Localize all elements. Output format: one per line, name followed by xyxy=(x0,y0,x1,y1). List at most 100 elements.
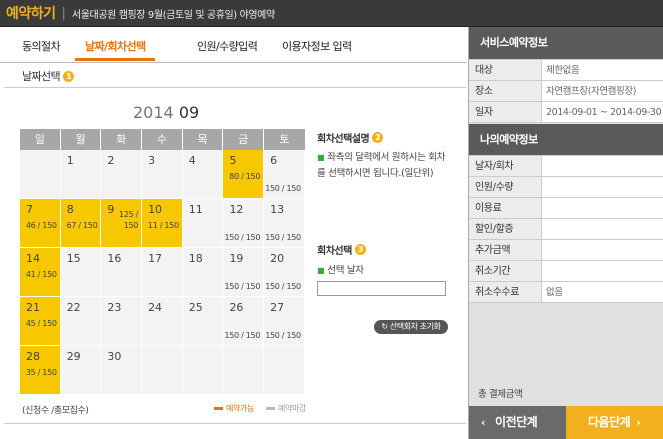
calendar-day[interactable]: 22 xyxy=(60,297,102,346)
day-number: 26 xyxy=(229,301,244,314)
info-key: 인원/수량 xyxy=(469,177,542,197)
session-desc-title: 회차선택설명 2 xyxy=(317,130,384,145)
calendar-day[interactable]: 10 11 / 150 xyxy=(142,199,183,248)
calendar-day[interactable]: 15 xyxy=(60,248,102,297)
calendar-day[interactable]: 27 150 / 150 xyxy=(264,297,305,346)
info-key: 이용료 xyxy=(469,198,542,218)
day-number: 15 xyxy=(66,252,81,265)
day-number: 30 xyxy=(107,350,122,363)
weekday-header: 월 xyxy=(61,129,102,150)
info-row: 취소기간 xyxy=(469,261,663,282)
active-step-underline xyxy=(75,58,155,61)
day-number: 17 xyxy=(148,252,163,265)
day-number: 5 xyxy=(229,154,237,167)
day-number: 2 xyxy=(107,154,115,167)
calendar-day[interactable]: 9 125 / 150 xyxy=(101,199,143,248)
calendar-day[interactable]: 19 150 / 150 xyxy=(223,248,265,297)
day-reservation-count: 150 / 150 xyxy=(265,233,301,242)
calendar-day[interactable]: 20 150 / 150 xyxy=(264,248,305,297)
calendar-day[interactable]: 2 xyxy=(101,150,143,199)
session-desc-body: 좌측의 달력에서 원하시는 회차를 선택하시면 됩니다.(일단위) xyxy=(317,152,446,179)
next-step-button[interactable]: 다음단계 › xyxy=(566,406,663,439)
info-value: 2014-09-01 ~ 2014-09-30 xyxy=(546,107,662,118)
calendar-day[interactable]: 26 150 / 150 xyxy=(223,297,265,346)
calendar-day[interactable]: 29 xyxy=(60,346,102,395)
info-row: 대상 제한없음 xyxy=(469,60,663,81)
calendar-day[interactable]: 23 xyxy=(101,297,143,346)
day-reservation-count: 45 / 150 xyxy=(25,319,57,328)
day-number: 7 xyxy=(26,203,33,216)
calendar-day[interactable]: 7 46 / 150 xyxy=(20,199,61,248)
service-info-table: 대상 제한없음 장소 자연캠프장(자연캠핑장) 일자 2014-09-01 ~ 2014-… xyxy=(469,59,663,123)
day-number: 18 xyxy=(188,252,203,265)
day-reservation-count: 11 / 150 xyxy=(147,221,179,230)
calendar-weekday-header: 일월화수목금 토 xyxy=(20,129,305,150)
info-value xyxy=(542,240,663,260)
calendar-day[interactable]: 8 67 / 150 xyxy=(60,199,102,248)
day-number: 11 xyxy=(188,203,203,216)
step-number-badge: 3 xyxy=(354,244,366,255)
calendar-day[interactable]: 4 xyxy=(182,150,224,199)
day-number: 6 xyxy=(270,154,278,167)
calendar-day[interactable]: 3 xyxy=(142,150,183,199)
day-reservation-count: 80 / 150 xyxy=(229,172,261,181)
day-number: 12 xyxy=(229,203,244,216)
calendar-day[interactable]: 28 35 / 150 xyxy=(20,346,61,395)
session-select-label: 회차선택 xyxy=(317,246,352,257)
step-number-badge: 2 xyxy=(372,132,384,143)
day-reservation-count: 150 / 150 xyxy=(265,282,301,291)
info-key: 추가금액 xyxy=(469,240,542,260)
calendar-month-title: 2014 09 xyxy=(133,103,199,122)
legend-closed-label: 예약마감 xyxy=(278,404,306,413)
calendar-day[interactable]: 25 xyxy=(182,297,224,346)
calendar-day[interactable]: 18 xyxy=(182,248,224,297)
step-date-session[interactable]: 날짜/회차선택 xyxy=(85,38,146,54)
calendar-day[interactable]: 21 45 / 150 xyxy=(20,297,61,346)
day-number: 16 xyxy=(107,252,122,265)
step-user-info[interactable]: 이용자정보 입력 xyxy=(282,38,352,54)
chevron-left-icon: ‹ xyxy=(481,416,486,429)
legend-closed: 예약마감 xyxy=(266,403,306,414)
info-key: 대상 xyxy=(469,60,542,80)
day-number: 20 xyxy=(270,252,285,265)
calendar-empty-cell xyxy=(264,346,305,395)
info-key: 일자 xyxy=(469,102,542,122)
calendar: 일월화수목금토 1 2 3 4 5 80 / 150 6 150 / 150 7 46 / 150… xyxy=(20,129,305,395)
reset-selection-label: 선택회차 초기화 xyxy=(389,322,441,331)
calendar-day[interactable]: 13 150 / 150 xyxy=(264,199,305,248)
calendar-day[interactable]: 6 150 / 150 xyxy=(264,150,305,199)
day-number: 25 xyxy=(188,301,203,314)
calendar-empty-cell xyxy=(142,346,183,395)
info-row: 인원/수량 xyxy=(469,177,663,198)
date-section-title: 날짜선택 1 xyxy=(22,68,75,84)
calendar-day[interactable]: 11 xyxy=(182,199,224,248)
info-row: 추가금액 xyxy=(469,240,663,261)
selected-date-label-text: 선택 날자 xyxy=(327,265,364,276)
calendar-day[interactable]: 16 xyxy=(101,248,143,297)
day-number: 21 xyxy=(26,301,40,314)
step-agreement[interactable]: 동의절차 xyxy=(22,38,61,54)
day-number: 13 xyxy=(270,203,285,216)
day-number: 19 xyxy=(229,252,244,265)
info-key: 취소기간 xyxy=(469,261,542,281)
session-desc-text: ■ 좌측의 달력에서 원하시는 회차를 선택하시면 됩니다.(일단위) xyxy=(317,150,447,182)
calendar-day[interactable]: 17 xyxy=(142,248,183,297)
calendar-day[interactable]: 30 xyxy=(101,346,143,395)
calendar-day[interactable]: 24 xyxy=(142,297,183,346)
info-row: 할인/할증 xyxy=(469,219,663,240)
legend-available: 예약가능 xyxy=(214,403,254,414)
prev-step-button[interactable]: ‹ 이전단계 xyxy=(469,406,566,439)
calendar-day[interactable]: 12 150 / 150 xyxy=(223,199,265,248)
calendar-day[interactable]: 1 xyxy=(60,150,102,199)
step-people-quantity[interactable]: 인원/수량입력 xyxy=(197,38,258,54)
selected-date-field[interactable] xyxy=(317,281,446,296)
info-row: 날자/회차 xyxy=(469,156,663,177)
reset-selection-button[interactable]: ↻ 선택회차 초기화 xyxy=(374,320,448,334)
calendar-day[interactable]: 14 41 / 150 xyxy=(20,248,61,297)
weekday-header: 일 xyxy=(20,129,61,150)
legend-available-label: 예약가능 xyxy=(226,404,254,413)
day-number: 1 xyxy=(66,154,74,167)
day-reservation-count: 41 / 150 xyxy=(25,270,57,279)
info-value xyxy=(542,261,663,281)
calendar-day[interactable]: 5 80 / 150 xyxy=(223,150,265,199)
